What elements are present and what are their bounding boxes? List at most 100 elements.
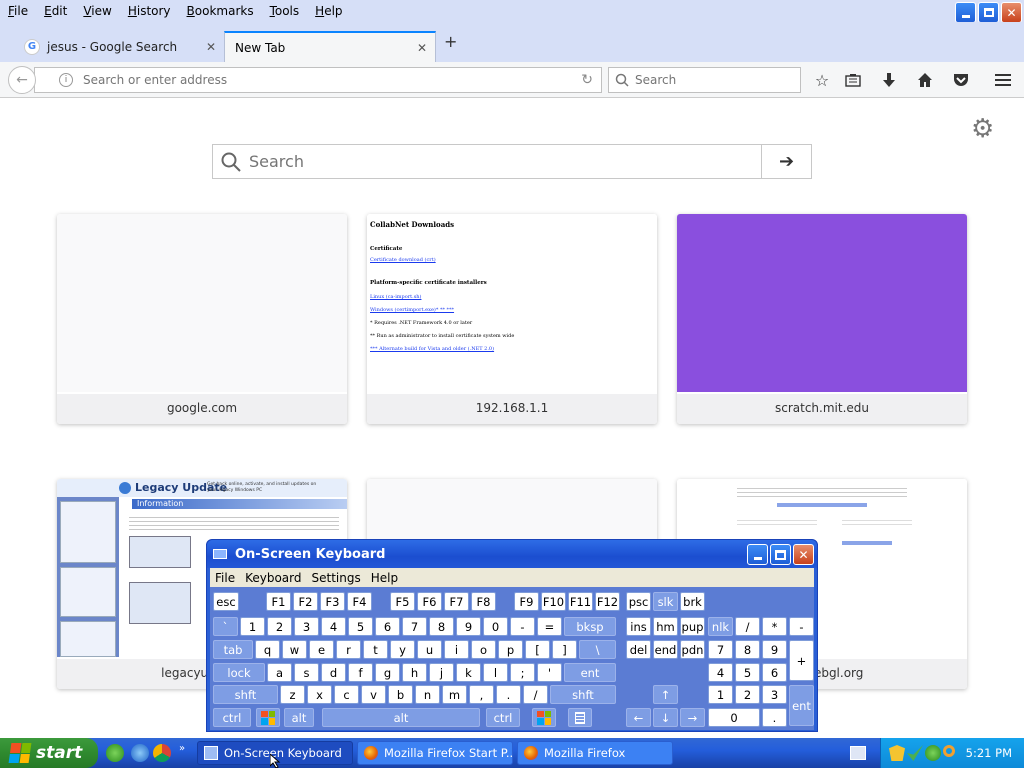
quicklaunch-ie-icon[interactable] xyxy=(131,744,149,762)
osk-key[interactable]: d xyxy=(321,663,346,682)
osk-key[interactable]: 7 xyxy=(708,640,733,659)
minimize-button[interactable] xyxy=(955,2,976,23)
menu-file[interactable]: File xyxy=(0,4,36,18)
osk-key[interactable]: - xyxy=(510,617,535,636)
menu-tools[interactable]: Tools xyxy=(262,4,308,18)
osk-key[interactable]: ent xyxy=(564,663,616,682)
osk-key[interactable]: m xyxy=(442,685,467,704)
taskbar-button-firefox[interactable]: Mozilla Firefox xyxy=(517,741,673,765)
osk-key[interactable]: q xyxy=(255,640,280,659)
osk-key[interactable]: esc xyxy=(213,592,239,611)
restore-button[interactable] xyxy=(978,2,999,23)
osk-menu-settings[interactable]: Settings xyxy=(307,571,366,585)
osk-key[interactable]: 2 xyxy=(267,617,292,636)
osk-key[interactable]: k xyxy=(456,663,481,682)
osk-key[interactable]: 3 xyxy=(762,685,787,704)
osk-key[interactable]: brk xyxy=(680,592,705,611)
osk-key[interactable]: * xyxy=(762,617,787,636)
osk-key[interactable]: 1 xyxy=(240,617,265,636)
osk-key[interactable]: F5 xyxy=(390,592,415,611)
osk-key[interactable]: 7 xyxy=(402,617,427,636)
new-tab-plus-icon[interactable]: + xyxy=(444,32,457,51)
windows-key-icon[interactable] xyxy=(256,708,280,727)
osk-key[interactable]: 0 xyxy=(708,708,760,727)
osk-key[interactable]: psc xyxy=(626,592,651,611)
osk-key[interactable]: w xyxy=(282,640,307,659)
osk-key[interactable]: 0 xyxy=(483,617,508,636)
osk-minimize-button[interactable] xyxy=(747,544,768,565)
search-magnifier-icon[interactable] xyxy=(943,745,955,757)
osk-key[interactable]: F3 xyxy=(320,592,345,611)
osk-key[interactable]: F12 xyxy=(595,592,620,611)
osk-key[interactable]: / xyxy=(735,617,760,636)
search-input[interactable] xyxy=(635,73,785,87)
info-icon[interactable]: i xyxy=(59,73,73,87)
newtab-search-box[interactable]: ➔ xyxy=(212,144,812,179)
osk-key[interactable]: r xyxy=(336,640,361,659)
osk-key[interactable]: ent xyxy=(789,685,814,726)
osk-key[interactable]: F10 xyxy=(541,592,566,611)
osk-key[interactable]: 9 xyxy=(456,617,481,636)
menu-bookmarks[interactable]: Bookmarks xyxy=(179,4,262,18)
osk-key[interactable]: 8 xyxy=(429,617,454,636)
newtab-search-input[interactable] xyxy=(249,152,749,171)
osk-key[interactable]: pdn xyxy=(680,640,705,659)
osk-key[interactable]: p xyxy=(498,640,523,659)
osk-key[interactable]: F7 xyxy=(444,592,469,611)
osk-key[interactable]: ctrl xyxy=(213,708,251,727)
osk-key[interactable]: 5 xyxy=(348,617,373,636)
osk-key[interactable]: shft xyxy=(213,685,278,704)
home-icon[interactable] xyxy=(915,70,935,90)
osk-key[interactable]: F1 xyxy=(266,592,291,611)
osk-key[interactable]: [ xyxy=(525,640,550,659)
osk-key[interactable]: ← xyxy=(626,708,651,727)
osk-key[interactable]: , xyxy=(469,685,494,704)
start-button[interactable]: start xyxy=(0,738,98,768)
osk-key[interactable]: del xyxy=(626,640,651,659)
osk-key[interactable]: j xyxy=(429,663,454,682)
bookmark-star-icon[interactable]: ☆ xyxy=(812,70,832,90)
reading-list-icon[interactable] xyxy=(843,70,863,90)
osk-key[interactable]: l xyxy=(483,663,508,682)
osk-key[interactable]: nlk xyxy=(708,617,733,636)
osk-key[interactable]: h xyxy=(402,663,427,682)
osk-key[interactable]: ins xyxy=(626,617,651,636)
osk-key[interactable]: g xyxy=(375,663,400,682)
osk-key[interactable]: F4 xyxy=(347,592,372,611)
hamburger-menu-icon[interactable] xyxy=(993,70,1013,90)
reload-icon[interactable]: ↻ xyxy=(581,72,593,88)
osk-key[interactable]: . xyxy=(762,708,787,727)
osk-key[interactable]: shft xyxy=(550,685,616,704)
osk-key[interactable]: bksp xyxy=(564,617,616,636)
osk-key[interactable]: s xyxy=(294,663,319,682)
osk-key[interactable]: tab xyxy=(213,640,253,659)
osk-key[interactable]: 8 xyxy=(735,640,760,659)
osk-key[interactable]: y xyxy=(390,640,415,659)
osk-title-bar[interactable]: On-Screen Keyboard ✕ xyxy=(207,540,817,568)
osk-key[interactable]: o xyxy=(471,640,496,659)
osk-key[interactable]: / xyxy=(523,685,548,704)
search-go-button[interactable]: ➔ xyxy=(761,145,811,178)
osk-menu-help[interactable]: Help xyxy=(366,571,403,585)
osk-key[interactable]: F2 xyxy=(293,592,318,611)
menu-edit[interactable]: Edit xyxy=(36,4,75,18)
osk-key[interactable]: ] xyxy=(552,640,577,659)
osk-key[interactable]: → xyxy=(680,708,705,727)
osk-key[interactable]: ' xyxy=(537,663,562,682)
menu-help[interactable]: Help xyxy=(307,4,350,18)
osk-key[interactable]: end xyxy=(653,640,678,659)
osk-key[interactable]: \ xyxy=(579,640,616,659)
osk-key[interactable]: ctrl xyxy=(486,708,520,727)
search-bar[interactable] xyxy=(608,67,801,93)
url-bar[interactable]: i ↻ xyxy=(34,67,602,93)
osk-key[interactable]: z xyxy=(280,685,305,704)
quicklaunch-globe-icon[interactable] xyxy=(106,744,124,762)
osk-key[interactable]: lock xyxy=(213,663,265,682)
osk-key[interactable]: f xyxy=(348,663,373,682)
quicklaunch-chrome-icon[interactable] xyxy=(153,744,171,762)
osk-key[interactable]: ↓ xyxy=(653,708,678,727)
top-site-tile[interactable]: scratch.mit.edu xyxy=(677,214,967,424)
gear-icon[interactable]: ⚙ xyxy=(971,114,994,144)
osk-key[interactable]: ↑ xyxy=(653,685,678,704)
osk-key[interactable]: ; xyxy=(510,663,535,682)
